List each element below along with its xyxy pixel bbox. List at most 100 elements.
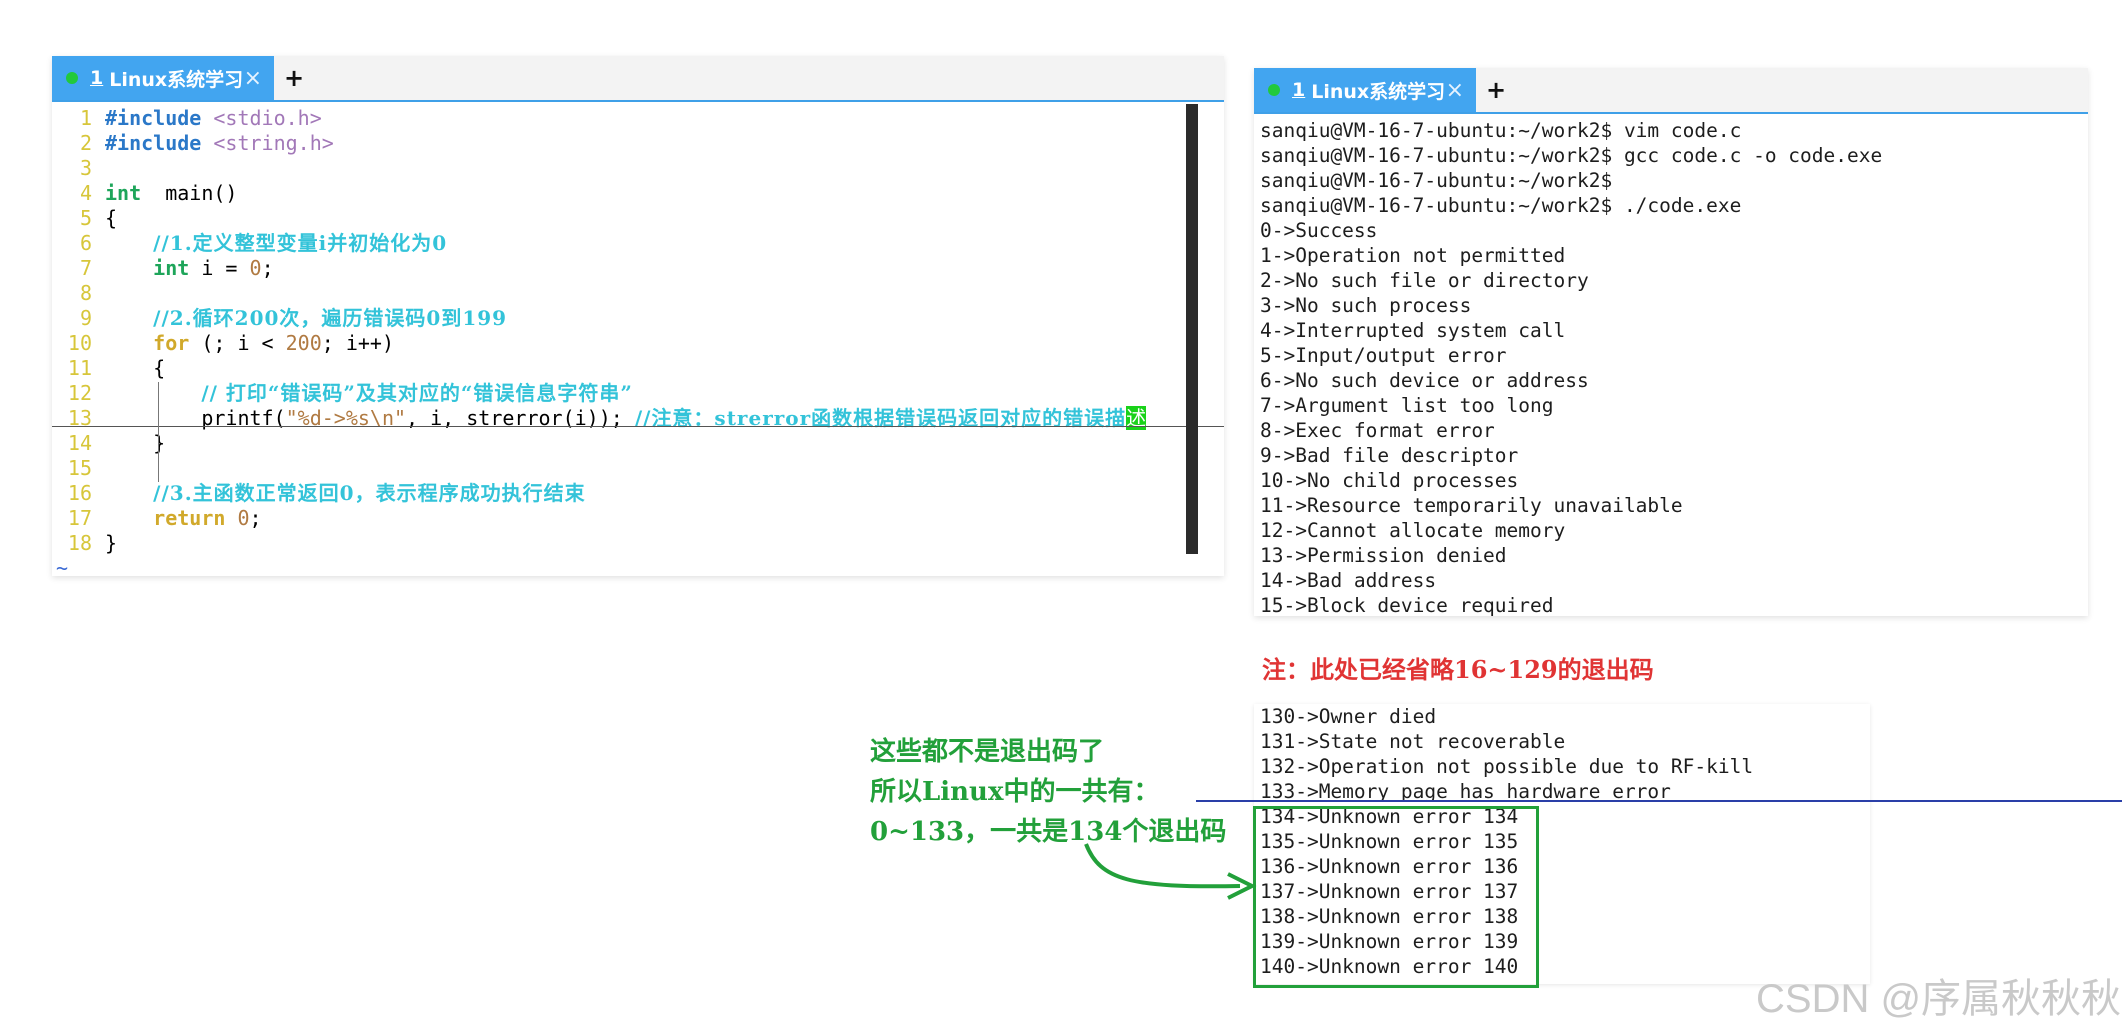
code-token: { — [105, 206, 118, 230]
code-token: <string.h> — [213, 131, 334, 155]
terminal-line: sanqiu@VM-16-7-ubuntu:~/work2$ gcc code.… — [1260, 144, 1883, 167]
terminal-line: 0->Success — [1260, 219, 1378, 242]
code-token: i = — [189, 256, 250, 280]
code-text: //2.循环200次，遍历错误码0到199 — [105, 306, 507, 331]
omitted-note: 注：此处已经省略16~129的退出码 — [1262, 655, 1654, 684]
terminal-line: 11->Resource temporarily unavailable — [1260, 494, 1683, 517]
code-token: #include — [105, 106, 214, 130]
terminal-line: 2->No such file or directory — [1260, 269, 1589, 292]
line-number: 11 — [67, 356, 92, 380]
code-token: for — [153, 331, 190, 355]
code-token: ; — [261, 256, 274, 280]
annotation-line-1: 这些都不是退出码了 — [870, 737, 1105, 767]
tab-number: 1 — [1292, 79, 1306, 101]
code-token: <stdio.h> — [213, 106, 322, 130]
line-number: 17 — [67, 506, 92, 530]
terminal-line: 132->Operation not possible due to RF-ki… — [1260, 755, 1754, 778]
code-text: #include <string.h> — [105, 131, 334, 156]
code-text: //3.主函数正常返回0，表示程序成功执行结束 — [105, 481, 586, 506]
terminal-line: 15->Block device required — [1260, 594, 1554, 617]
code-text: //1.定义整型变量i并初始化为0 — [105, 231, 447, 256]
line-number: 14 — [67, 431, 92, 455]
code-token: //2.循环200次，遍历错误码0到199 — [153, 306, 508, 330]
tab-title: Linux系统学习 — [1311, 80, 1446, 103]
cursor-line-underline — [52, 426, 1224, 427]
code-token: ; — [249, 506, 262, 530]
watermark: CSDN @序属秋秋秋 — [1756, 977, 2122, 1021]
terminal-line: 131->State not recoverable — [1260, 730, 1566, 753]
line-number: 7 — [79, 256, 92, 280]
line-number: 1 — [79, 106, 92, 130]
code-token: } — [105, 531, 118, 555]
code-token: } — [105, 431, 166, 455]
highlight-underline — [1196, 800, 2122, 802]
line-number: 9 — [79, 306, 92, 330]
editor-tab-bar: 1 Linux系统学习 × + — [52, 56, 1224, 102]
code-token: int — [153, 256, 190, 280]
terminal-tab[interactable]: 1 Linux系统学习 × — [1254, 68, 1476, 112]
terminal-line: 13->Permission denied — [1260, 544, 1507, 567]
status-dot-icon — [1268, 84, 1280, 96]
code-text: return 0; — [105, 506, 262, 531]
terminal-line: sanqiu@VM-16-7-ubuntu:~/work2$ — [1260, 169, 1613, 192]
terminal-tab-bar: 1 Linux系统学习 × + — [1254, 68, 2088, 114]
scrollbar[interactable] — [1186, 104, 1198, 554]
terminal-line: 3->No such process — [1260, 294, 1472, 317]
annotation-arrow-icon — [1084, 843, 1257, 900]
annotation-line-2: 所以Linux中的一共有： — [870, 777, 1160, 807]
code-text: { — [105, 356, 165, 381]
terminal-line: 14->Bad address — [1260, 569, 1437, 592]
code-token: { — [105, 356, 166, 380]
new-tab-button[interactable]: + — [1486, 68, 1506, 112]
code-text: for (; i < 200; i++) — [105, 331, 394, 356]
unknown-errors-highlight-box — [1253, 806, 1539, 988]
terminal-line: 9->Bad file descriptor — [1260, 444, 1519, 467]
new-tab-button[interactable]: + — [284, 56, 304, 100]
terminal-window: 1 Linux系统学习 × + sanqiu@VM-16-7-ubuntu:~/… — [1254, 68, 2088, 618]
code-token: return — [153, 506, 226, 530]
terminal-line: 6->No such device or address — [1260, 369, 1589, 392]
terminal-line: sanqiu@VM-16-7-ubuntu:~/work2$ vim code.… — [1260, 119, 1742, 142]
terminal-line: 1->Operation not permitted — [1260, 244, 1566, 267]
tab-number: 1 — [90, 67, 104, 89]
code-text: int main() — [105, 181, 237, 206]
line-number: 16 — [67, 481, 92, 505]
terminal-line: 8->Exec format error — [1260, 419, 1495, 442]
code-token: 200 — [285, 331, 322, 355]
code-token: int — [105, 181, 142, 205]
terminal-line: 10->No child processes — [1260, 469, 1519, 492]
code-token: main() — [141, 181, 238, 205]
code-token: // 打印“错误码”及其对应的“错误信息字符串” — [201, 381, 633, 405]
status-dot-icon — [66, 72, 78, 84]
code-token: //3.主函数正常返回0，表示程序成功执行结束 — [153, 481, 586, 505]
close-icon[interactable]: × — [244, 66, 262, 91]
indent-guide — [158, 382, 159, 482]
line-number: 5 — [79, 206, 92, 230]
terminal-output: sanqiu@VM-16-7-ubuntu:~/work2$ vim code.… — [1260, 118, 1882, 618]
terminal-line: 5->Input/output error — [1260, 344, 1507, 367]
code-text: int i = 0; — [105, 256, 274, 281]
code-text: printf("%d->%s\n", i, strerror(i)); //注意… — [105, 406, 1147, 431]
terminal-line: 12->Cannot allocate memory — [1260, 519, 1566, 542]
line-number: 10 — [67, 331, 92, 355]
editor-tab[interactable]: 1 Linux系统学习 × — [52, 56, 274, 100]
code-text: } — [105, 531, 117, 556]
line-number: 18 — [67, 531, 92, 555]
code-token: (; i < — [189, 331, 286, 355]
close-icon[interactable]: × — [1446, 78, 1464, 103]
line-number: 2 — [79, 131, 92, 155]
line-number: 8 — [79, 281, 92, 305]
terminal-line: 130->Owner died — [1260, 705, 1437, 728]
line-number: 6 — [79, 231, 92, 255]
terminal-line: 7->Argument list too long — [1260, 394, 1554, 417]
empty-line-tilde: ~ — [56, 556, 69, 580]
code-text: // 打印“错误码”及其对应的“错误信息字符串” — [105, 381, 633, 406]
code-text: } — [105, 431, 165, 456]
terminal-line: 4->Interrupted system call — [1260, 319, 1566, 342]
